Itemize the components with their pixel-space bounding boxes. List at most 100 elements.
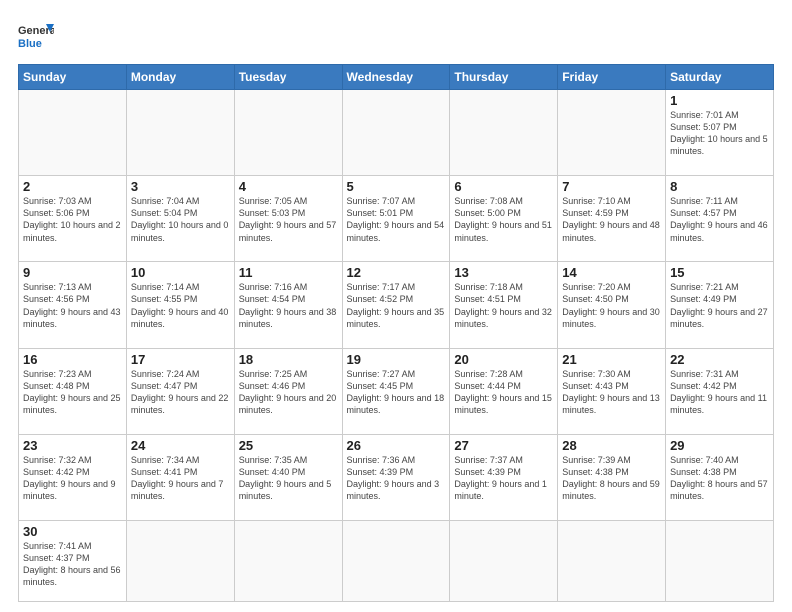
- calendar-cell: 4Sunrise: 7:05 AM Sunset: 5:03 PM Daylig…: [234, 176, 342, 262]
- day-info: Sunrise: 7:25 AM Sunset: 4:46 PM Dayligh…: [239, 368, 338, 417]
- day-info: Sunrise: 7:32 AM Sunset: 4:42 PM Dayligh…: [23, 454, 122, 503]
- day-number: 22: [670, 352, 769, 367]
- day-number: 30: [23, 524, 122, 539]
- calendar-cell: 19Sunrise: 7:27 AM Sunset: 4:45 PM Dayli…: [342, 348, 450, 434]
- day-info: Sunrise: 7:05 AM Sunset: 5:03 PM Dayligh…: [239, 195, 338, 244]
- day-info: Sunrise: 7:27 AM Sunset: 4:45 PM Dayligh…: [347, 368, 446, 417]
- day-number: 14: [562, 265, 661, 280]
- calendar-cell: [234, 520, 342, 601]
- day-info: Sunrise: 7:41 AM Sunset: 4:37 PM Dayligh…: [23, 540, 122, 589]
- day-info: Sunrise: 7:16 AM Sunset: 4:54 PM Dayligh…: [239, 281, 338, 330]
- day-info: Sunrise: 7:21 AM Sunset: 4:49 PM Dayligh…: [670, 281, 769, 330]
- calendar-header-row: SundayMondayTuesdayWednesdayThursdayFrid…: [19, 65, 774, 90]
- page: General Blue SundayMondayTuesdayWednesda…: [0, 0, 792, 612]
- header: General Blue: [18, 18, 774, 54]
- calendar-cell: 14Sunrise: 7:20 AM Sunset: 4:50 PM Dayli…: [558, 262, 666, 348]
- calendar-cell: 11Sunrise: 7:16 AM Sunset: 4:54 PM Dayli…: [234, 262, 342, 348]
- day-number: 16: [23, 352, 122, 367]
- day-number: 9: [23, 265, 122, 280]
- day-info: Sunrise: 7:23 AM Sunset: 4:48 PM Dayligh…: [23, 368, 122, 417]
- calendar-cell: 25Sunrise: 7:35 AM Sunset: 4:40 PM Dayli…: [234, 434, 342, 520]
- day-info: Sunrise: 7:13 AM Sunset: 4:56 PM Dayligh…: [23, 281, 122, 330]
- day-info: Sunrise: 7:03 AM Sunset: 5:06 PM Dayligh…: [23, 195, 122, 244]
- day-info: Sunrise: 7:36 AM Sunset: 4:39 PM Dayligh…: [347, 454, 446, 503]
- calendar-cell: 16Sunrise: 7:23 AM Sunset: 4:48 PM Dayli…: [19, 348, 127, 434]
- day-number: 26: [347, 438, 446, 453]
- calendar-week-row: 2Sunrise: 7:03 AM Sunset: 5:06 PM Daylig…: [19, 176, 774, 262]
- day-number: 3: [131, 179, 230, 194]
- calendar-cell: 18Sunrise: 7:25 AM Sunset: 4:46 PM Dayli…: [234, 348, 342, 434]
- day-number: 8: [670, 179, 769, 194]
- day-number: 5: [347, 179, 446, 194]
- calendar-cell: 29Sunrise: 7:40 AM Sunset: 4:38 PM Dayli…: [666, 434, 774, 520]
- logo-icon: General Blue: [18, 18, 54, 54]
- col-header-sunday: Sunday: [19, 65, 127, 90]
- calendar-week-row: 1Sunrise: 7:01 AM Sunset: 5:07 PM Daylig…: [19, 90, 774, 176]
- day-info: Sunrise: 7:31 AM Sunset: 4:42 PM Dayligh…: [670, 368, 769, 417]
- calendar-cell: [342, 90, 450, 176]
- calendar-cell: [558, 520, 666, 601]
- day-number: 11: [239, 265, 338, 280]
- calendar-cell: 10Sunrise: 7:14 AM Sunset: 4:55 PM Dayli…: [126, 262, 234, 348]
- day-number: 6: [454, 179, 553, 194]
- day-number: 4: [239, 179, 338, 194]
- calendar-cell: 24Sunrise: 7:34 AM Sunset: 4:41 PM Dayli…: [126, 434, 234, 520]
- day-info: Sunrise: 7:30 AM Sunset: 4:43 PM Dayligh…: [562, 368, 661, 417]
- calendar-week-row: 16Sunrise: 7:23 AM Sunset: 4:48 PM Dayli…: [19, 348, 774, 434]
- calendar-cell: 27Sunrise: 7:37 AM Sunset: 4:39 PM Dayli…: [450, 434, 558, 520]
- day-info: Sunrise: 7:40 AM Sunset: 4:38 PM Dayligh…: [670, 454, 769, 503]
- day-number: 20: [454, 352, 553, 367]
- day-info: Sunrise: 7:24 AM Sunset: 4:47 PM Dayligh…: [131, 368, 230, 417]
- calendar-cell: 26Sunrise: 7:36 AM Sunset: 4:39 PM Dayli…: [342, 434, 450, 520]
- day-info: Sunrise: 7:11 AM Sunset: 4:57 PM Dayligh…: [670, 195, 769, 244]
- day-number: 25: [239, 438, 338, 453]
- calendar-cell: 20Sunrise: 7:28 AM Sunset: 4:44 PM Dayli…: [450, 348, 558, 434]
- calendar-cell: 28Sunrise: 7:39 AM Sunset: 4:38 PM Dayli…: [558, 434, 666, 520]
- calendar-week-row: 30Sunrise: 7:41 AM Sunset: 4:37 PM Dayli…: [19, 520, 774, 601]
- day-info: Sunrise: 7:39 AM Sunset: 4:38 PM Dayligh…: [562, 454, 661, 503]
- col-header-wednesday: Wednesday: [342, 65, 450, 90]
- col-header-monday: Monday: [126, 65, 234, 90]
- svg-text:Blue: Blue: [18, 38, 42, 50]
- calendar-cell: 21Sunrise: 7:30 AM Sunset: 4:43 PM Dayli…: [558, 348, 666, 434]
- calendar-cell: [342, 520, 450, 601]
- day-info: Sunrise: 7:20 AM Sunset: 4:50 PM Dayligh…: [562, 281, 661, 330]
- day-info: Sunrise: 7:08 AM Sunset: 5:00 PM Dayligh…: [454, 195, 553, 244]
- calendar-cell: [19, 90, 127, 176]
- day-info: Sunrise: 7:35 AM Sunset: 4:40 PM Dayligh…: [239, 454, 338, 503]
- day-number: 7: [562, 179, 661, 194]
- col-header-thursday: Thursday: [450, 65, 558, 90]
- calendar-cell: [234, 90, 342, 176]
- day-number: 15: [670, 265, 769, 280]
- calendar-cell: 15Sunrise: 7:21 AM Sunset: 4:49 PM Dayli…: [666, 262, 774, 348]
- calendar-week-row: 23Sunrise: 7:32 AM Sunset: 4:42 PM Dayli…: [19, 434, 774, 520]
- calendar-cell: [126, 90, 234, 176]
- day-number: 21: [562, 352, 661, 367]
- logo: General Blue: [18, 18, 54, 54]
- day-info: Sunrise: 7:01 AM Sunset: 5:07 PM Dayligh…: [670, 109, 769, 158]
- day-info: Sunrise: 7:04 AM Sunset: 5:04 PM Dayligh…: [131, 195, 230, 244]
- calendar-week-row: 9Sunrise: 7:13 AM Sunset: 4:56 PM Daylig…: [19, 262, 774, 348]
- calendar-cell: 2Sunrise: 7:03 AM Sunset: 5:06 PM Daylig…: [19, 176, 127, 262]
- day-number: 19: [347, 352, 446, 367]
- day-info: Sunrise: 7:10 AM Sunset: 4:59 PM Dayligh…: [562, 195, 661, 244]
- calendar-cell: 12Sunrise: 7:17 AM Sunset: 4:52 PM Dayli…: [342, 262, 450, 348]
- col-header-tuesday: Tuesday: [234, 65, 342, 90]
- calendar-cell: 30Sunrise: 7:41 AM Sunset: 4:37 PM Dayli…: [19, 520, 127, 601]
- day-info: Sunrise: 7:37 AM Sunset: 4:39 PM Dayligh…: [454, 454, 553, 503]
- calendar-cell: [558, 90, 666, 176]
- col-header-saturday: Saturday: [666, 65, 774, 90]
- day-info: Sunrise: 7:14 AM Sunset: 4:55 PM Dayligh…: [131, 281, 230, 330]
- day-number: 27: [454, 438, 553, 453]
- calendar-cell: 17Sunrise: 7:24 AM Sunset: 4:47 PM Dayli…: [126, 348, 234, 434]
- calendar-cell: 8Sunrise: 7:11 AM Sunset: 4:57 PM Daylig…: [666, 176, 774, 262]
- calendar-table: SundayMondayTuesdayWednesdayThursdayFrid…: [18, 64, 774, 602]
- day-info: Sunrise: 7:18 AM Sunset: 4:51 PM Dayligh…: [454, 281, 553, 330]
- day-number: 13: [454, 265, 553, 280]
- calendar-cell: 7Sunrise: 7:10 AM Sunset: 4:59 PM Daylig…: [558, 176, 666, 262]
- calendar-cell: 6Sunrise: 7:08 AM Sunset: 5:00 PM Daylig…: [450, 176, 558, 262]
- day-info: Sunrise: 7:34 AM Sunset: 4:41 PM Dayligh…: [131, 454, 230, 503]
- day-number: 2: [23, 179, 122, 194]
- calendar-cell: [450, 90, 558, 176]
- day-info: Sunrise: 7:17 AM Sunset: 4:52 PM Dayligh…: [347, 281, 446, 330]
